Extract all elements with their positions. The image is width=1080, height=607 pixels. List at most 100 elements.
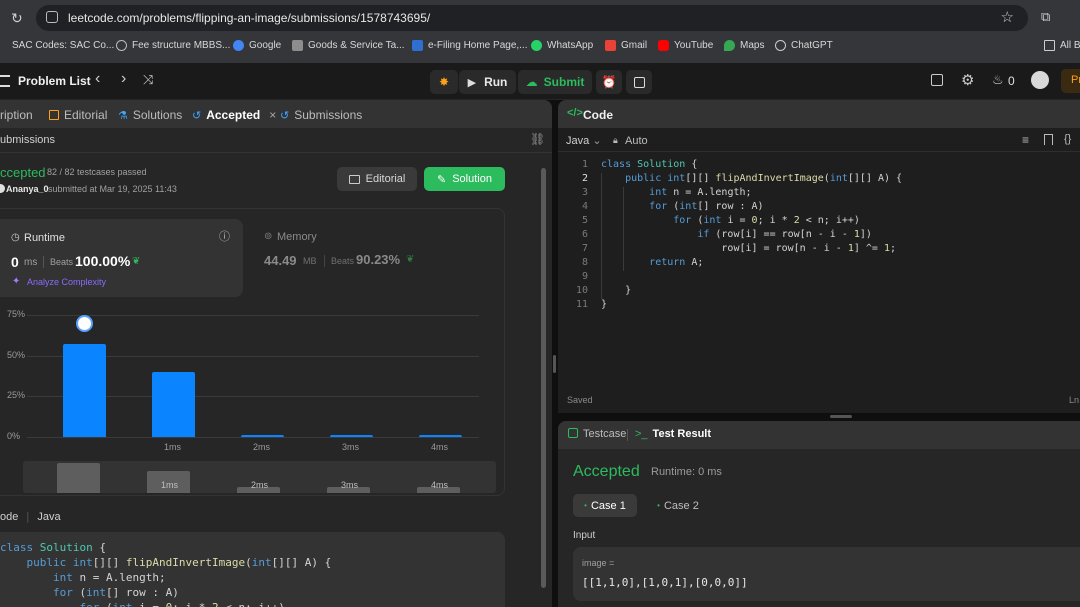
avatar[interactable] [1031, 71, 1049, 89]
code-section-label: ode [0, 511, 19, 523]
run-button[interactable]: ▶ Run [459, 70, 516, 94]
test-runtime: Runtime: 0 ms [651, 466, 722, 478]
left-scrollbar[interactable] [541, 168, 546, 588]
panel-resize-handle[interactable] [553, 355, 556, 373]
format-icon[interactable]: ≡ [1022, 133, 1029, 147]
analyze-complexity-link[interactable]: Analyze Complexity [27, 277, 106, 287]
globe-icon [116, 40, 127, 51]
my-submission-avatar-icon[interactable] [76, 315, 93, 332]
bookmark-google[interactable]: Google [233, 40, 281, 51]
memory-icon: ⊚ [264, 231, 273, 242]
braces-icon[interactable]: {} [1064, 133, 1071, 145]
next-problem-icon[interactable]: › [121, 70, 126, 88]
site-settings-icon[interactable] [46, 11, 58, 23]
folder-icon [1044, 40, 1055, 51]
runtime-divider [43, 256, 44, 268]
share-link-icon[interactable]: ⛓ [530, 132, 545, 146]
memory-divider [324, 255, 325, 267]
tab-accepted[interactable]: ↺ Accepted × [192, 108, 276, 122]
submissions-header: ubmissions [0, 134, 56, 146]
line-number: 5 [581, 215, 588, 226]
notes-button[interactable] [626, 70, 652, 94]
minimap-tick-label: 2ms [251, 480, 269, 490]
bookmark-efiling[interactable]: e-Filing Home Page,... [412, 40, 528, 51]
case-1-button[interactable]: • Case 1 [573, 494, 637, 517]
bookmark-gst[interactable]: Goods & Service Ta... [292, 40, 405, 51]
extensions-icon[interactable]: ⧉ [1041, 9, 1050, 25]
browser-chrome: ↻ leetcode.com/problems/flipping-an-imag… [0, 0, 1080, 63]
close-tab-icon[interactable]: × [269, 108, 276, 122]
language-selector[interactable]: Java ⌄ [566, 134, 602, 147]
menu-icon[interactable] [0, 75, 10, 87]
bookmark-icon[interactable] [1044, 134, 1053, 145]
bookmark-fee-structure[interactable]: Fee structure MBBS... [116, 40, 230, 51]
indent-guide [601, 173, 602, 299]
bookmark-sac-codes[interactable]: SAC Codes: SAC Co... [12, 40, 114, 51]
test-tab-bar: Testcase >_ Test Result [558, 421, 1080, 449]
submitted-code-line-2: public int[][] flipAndInvertImage(int[][… [26, 556, 332, 569]
leaf-icon: ❦ [132, 256, 141, 267]
bookmark-whatsapp[interactable]: WhatsApp [531, 40, 593, 51]
bookmark-all[interactable]: All B [1044, 40, 1080, 51]
submit-label: Submit [543, 75, 585, 89]
shuffle-icon[interactable]: ⤨ [143, 72, 153, 88]
username[interactable]: Ananya_0 [6, 184, 49, 194]
line-number: 9 [581, 271, 588, 282]
line-number: 6 [581, 229, 588, 240]
streak-fire-icon[interactable]: ♨ [992, 72, 1004, 88]
lock-icon: 🔒︎ [613, 135, 618, 145]
tab-submissions[interactable]: ↺ Submissions [280, 108, 362, 122]
vertical-resize-handle[interactable] [830, 415, 852, 418]
timer-button[interactable]: ⏰ [596, 70, 622, 94]
reload-icon[interactable]: ↻ [11, 10, 23, 27]
editor-line-11: } [601, 299, 608, 310]
saved-status: Saved [567, 395, 593, 405]
code-editor[interactable]: 1 2 3 4 5 6 7 8 9 10 11 class Solution {… [558, 158, 1080, 398]
cloud-upload-icon: ☁ [525, 75, 538, 89]
prev-problem-icon[interactable]: ‹ [95, 70, 100, 88]
input-value-box: image = [[1,1,0],[1,0,1],[0,0,0]] [573, 547, 1080, 601]
minimap-tick-label: 3ms [341, 480, 359, 490]
layout-icon[interactable] [931, 74, 943, 86]
edit-icon: ✎ [437, 173, 447, 186]
line-number: 3 [581, 187, 588, 198]
bookmark-maps[interactable]: Maps [724, 40, 764, 51]
chart-bar[interactable] [330, 434, 373, 437]
chart-bar[interactable] [241, 434, 284, 437]
tab-description[interactable]: ription [0, 108, 33, 122]
tab-testcase[interactable]: Testcase [568, 428, 626, 440]
case-2-button[interactable]: • Case 2 [646, 494, 710, 517]
tab-test-result[interactable]: >_ Test Result [635, 428, 711, 440]
tab-editorial[interactable]: Editorial [49, 108, 107, 122]
streak-count: 0 [1008, 74, 1015, 88]
submit-button[interactable]: ☁ Submit [518, 70, 592, 94]
bookmark-chatgpt[interactable]: ChatGPT [775, 40, 833, 51]
settings-gear-icon[interactable]: ⚙ [961, 71, 974, 89]
problem-list-link[interactable]: Problem List [18, 74, 91, 88]
runtime-label: Runtime [24, 232, 65, 244]
address-bar[interactable]: leetcode.com/problems/flipping-an-image/… [36, 5, 1028, 31]
chart-bar[interactable] [63, 344, 106, 437]
flask-icon: ⚗ [118, 109, 128, 122]
bookmark-youtube[interactable]: YouTube [658, 40, 713, 51]
bookmark-gmail[interactable]: Gmail [605, 40, 647, 51]
info-icon[interactable]: ⓘ [219, 228, 230, 244]
submitted-time: submitted at Mar 19, 2025 11:43 [48, 184, 177, 194]
url-text[interactable]: leetcode.com/problems/flipping-an-image/… [68, 11, 430, 25]
star-icon[interactable]: ☆ [1001, 8, 1014, 26]
chart-bar[interactable] [419, 434, 462, 437]
alarm-icon: ⏰ [601, 75, 617, 89]
chart-bar[interactable] [152, 371, 195, 437]
memory-label[interactable]: Memory [277, 231, 317, 243]
runtime-card[interactable]: ◷ Runtime ⓘ 0 ms Beats 100.00% ❦ ✦ Analy… [0, 219, 243, 297]
chart-minimap[interactable]: 1ms 2ms 3ms 4ms [23, 461, 496, 493]
tab-solutions[interactable]: ⚗ Solutions [118, 108, 182, 122]
tab-divider [627, 429, 628, 441]
solution-button[interactable]: ✎ Solution [424, 167, 505, 191]
auto-mode[interactable]: Auto [625, 135, 648, 147]
editorial-button[interactable]: Editorial [337, 167, 417, 191]
premium-button[interactable]: Pr [1061, 69, 1080, 93]
indent-guide [623, 187, 624, 271]
debugger-button[interactable]: ✸ [430, 70, 458, 94]
x-tick-label: 2ms [253, 442, 271, 452]
